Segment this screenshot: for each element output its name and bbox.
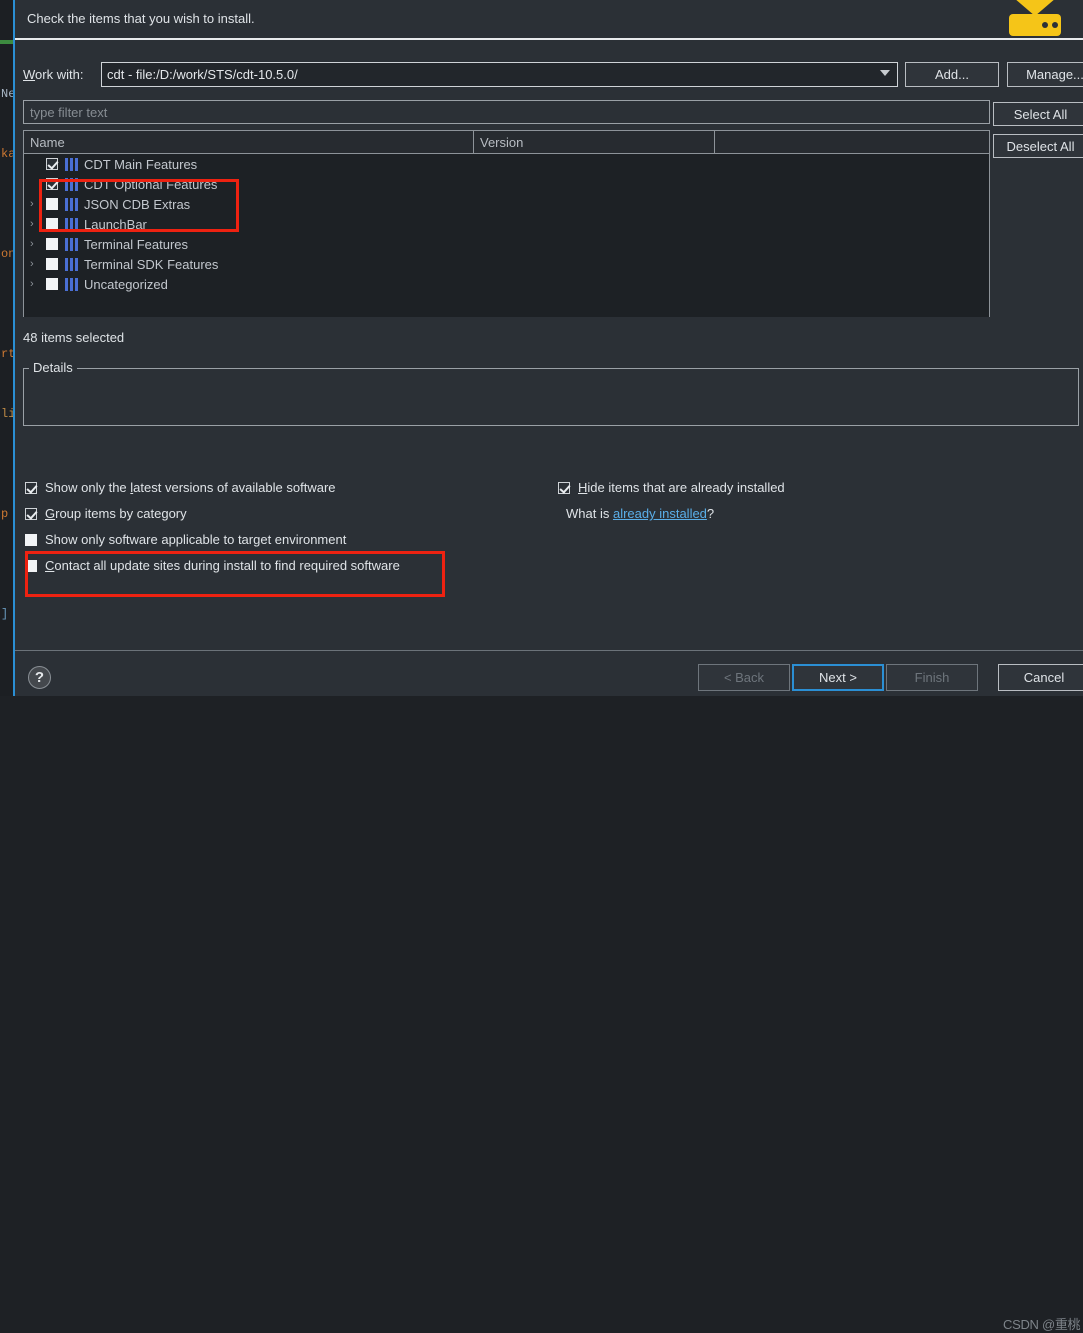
tree-row-checkbox[interactable] xyxy=(46,218,58,230)
finish-button-label: Finish xyxy=(914,670,950,685)
filter-placeholder: type filter text xyxy=(30,105,108,120)
tree-row[interactable]: › Terminal SDK Features xyxy=(24,254,989,274)
tree-rows: CDT Main Features CDT Optional Features › J… xyxy=(24,154,989,317)
csdn-watermark: CSDN @重桃 xyxy=(1003,1317,1081,1332)
chevron-right-icon[interactable]: › xyxy=(30,279,38,290)
chevron-right-icon[interactable]: › xyxy=(30,259,38,270)
tree-row-checkbox[interactable] xyxy=(46,198,58,210)
back-button-label: < Back xyxy=(723,670,765,685)
what-is-suffix: ? xyxy=(706,506,715,521)
work-with-label: Work with: xyxy=(23,67,84,82)
select-all-label: Select All xyxy=(1013,106,1068,122)
tree-row[interactable]: CDT Optional Features xyxy=(24,174,989,194)
manage-button[interactable]: Manage... xyxy=(1007,62,1083,87)
feature-icon xyxy=(65,237,78,251)
dialog-body: Work with: cdt - file:/D:/work/STS/cdt-1… xyxy=(15,40,1083,650)
select-all-button[interactable]: Select All xyxy=(993,102,1083,126)
chevron-right-icon[interactable]: › xyxy=(30,239,38,250)
manage-button-label: Manage... xyxy=(1026,67,1083,82)
help-icon[interactable]: ? xyxy=(28,666,51,689)
column-divider[interactable] xyxy=(473,131,474,153)
feature-icon xyxy=(65,217,78,231)
tree-row-checkbox[interactable] xyxy=(46,238,58,250)
tree-row-label: Terminal Features xyxy=(84,236,189,252)
checkbox-contact-all-sites[interactable] xyxy=(25,559,37,572)
feature-icon xyxy=(65,197,78,211)
tree-row[interactable]: › LaunchBar xyxy=(24,214,989,234)
details-panel xyxy=(23,368,1079,426)
option-group-by-category[interactable]: Group items by category xyxy=(25,506,187,521)
option-hide-installed[interactable]: Hide items that are already installed xyxy=(558,480,785,495)
details-legend: Details xyxy=(29,360,77,375)
back-button[interactable]: < Back xyxy=(698,664,790,691)
option-contact-all-sites[interactable]: Contact all update sites during install … xyxy=(25,558,400,573)
chevron-down-icon[interactable] xyxy=(880,70,890,76)
available-software-tree[interactable]: Name Version CDT Main Features CDT Option… xyxy=(23,130,990,317)
tree-row[interactable]: › Uncategorized xyxy=(24,274,989,294)
finish-button[interactable]: Finish xyxy=(886,664,978,691)
checkbox-target-environment[interactable] xyxy=(25,533,37,546)
add-button[interactable]: Add... xyxy=(905,62,999,87)
tree-row-label: CDT Optional Features xyxy=(84,176,218,192)
tree-row-checkbox[interactable] xyxy=(46,158,58,170)
dialog-footer: ? < Back Next > Finish Cancel CSDN @重桃 xyxy=(15,651,1083,1332)
chevron-right-icon[interactable]: › xyxy=(30,199,38,210)
chevron-right-icon[interactable]: › xyxy=(30,219,38,230)
cancel-button-label: Cancel xyxy=(1023,670,1065,685)
next-button-label: Next > xyxy=(819,670,857,685)
tree-row-checkbox[interactable] xyxy=(46,258,58,270)
option-group-by-category-label: Group items by category xyxy=(45,506,187,521)
column-header-name[interactable]: Name xyxy=(30,135,65,150)
tree-row[interactable]: CDT Main Features xyxy=(24,154,989,174)
tree-row-label: Terminal SDK Features xyxy=(84,256,219,272)
filter-input[interactable]: type filter text xyxy=(23,100,990,124)
tree-row-label: Uncategorized xyxy=(84,276,168,292)
work-with-value: cdt - file:/D:/work/STS/cdt-10.5.0/ xyxy=(107,67,298,82)
page-title: Check the items that you wish to install… xyxy=(27,11,255,26)
what-is-prefix: What is xyxy=(566,506,613,521)
checkbox-hide-installed[interactable] xyxy=(558,481,570,494)
feature-icon xyxy=(65,157,78,171)
tree-row-checkbox[interactable] xyxy=(46,178,58,190)
tree-column-header: Name Version xyxy=(24,131,989,154)
feature-icon xyxy=(65,277,78,291)
tree-row-label: JSON CDB Extras xyxy=(84,196,191,212)
what-is-installed-row: What is already installed? xyxy=(566,506,714,521)
tree-row-checkbox[interactable] xyxy=(46,278,58,290)
option-target-environment-label: Show only software applicable to target … xyxy=(45,532,347,547)
install-wizard-dialog: Check the items that you wish to install… xyxy=(13,0,1083,1332)
tree-row[interactable]: › Terminal Features xyxy=(24,234,989,254)
tree-row-label: LaunchBar xyxy=(84,216,147,232)
feature-icon xyxy=(65,257,78,271)
work-with-row: Work with: cdt - file:/D:/work/STS/cdt-1… xyxy=(23,62,1083,88)
next-button[interactable]: Next > xyxy=(792,664,884,691)
work-with-combo[interactable]: cdt - file:/D:/work/STS/cdt-10.5.0/ xyxy=(101,62,898,87)
already-installed-link[interactable]: already installed xyxy=(613,506,707,521)
column-divider[interactable] xyxy=(714,131,715,153)
tree-row[interactable]: › JSON CDB Extras xyxy=(24,194,989,214)
items-selected-status: 48 items selected xyxy=(23,330,125,345)
option-hide-installed-label: Hide items that are already installed xyxy=(578,480,785,495)
deselect-all-label: Deselect All xyxy=(1006,138,1075,154)
option-target-environment[interactable]: Show only software applicable to target … xyxy=(25,532,346,547)
option-show-latest-label: Show only the latest versions of availab… xyxy=(45,480,336,495)
cancel-button[interactable]: Cancel xyxy=(998,664,1083,691)
checkbox-show-latest[interactable] xyxy=(25,481,37,494)
option-contact-all-sites-label: Contact all update sites during install … xyxy=(45,558,400,573)
add-button-label: Add... xyxy=(935,67,969,82)
dialog-header: Check the items that you wish to install… xyxy=(15,0,1083,40)
tree-row-label: CDT Main Features xyxy=(84,156,198,172)
option-show-latest[interactable]: Show only the latest versions of availab… xyxy=(25,480,336,495)
deselect-all-button[interactable]: Deselect All xyxy=(993,134,1083,158)
column-header-version[interactable]: Version xyxy=(480,135,523,150)
checkbox-group-by-category[interactable] xyxy=(25,507,37,520)
feature-icon xyxy=(65,177,78,191)
